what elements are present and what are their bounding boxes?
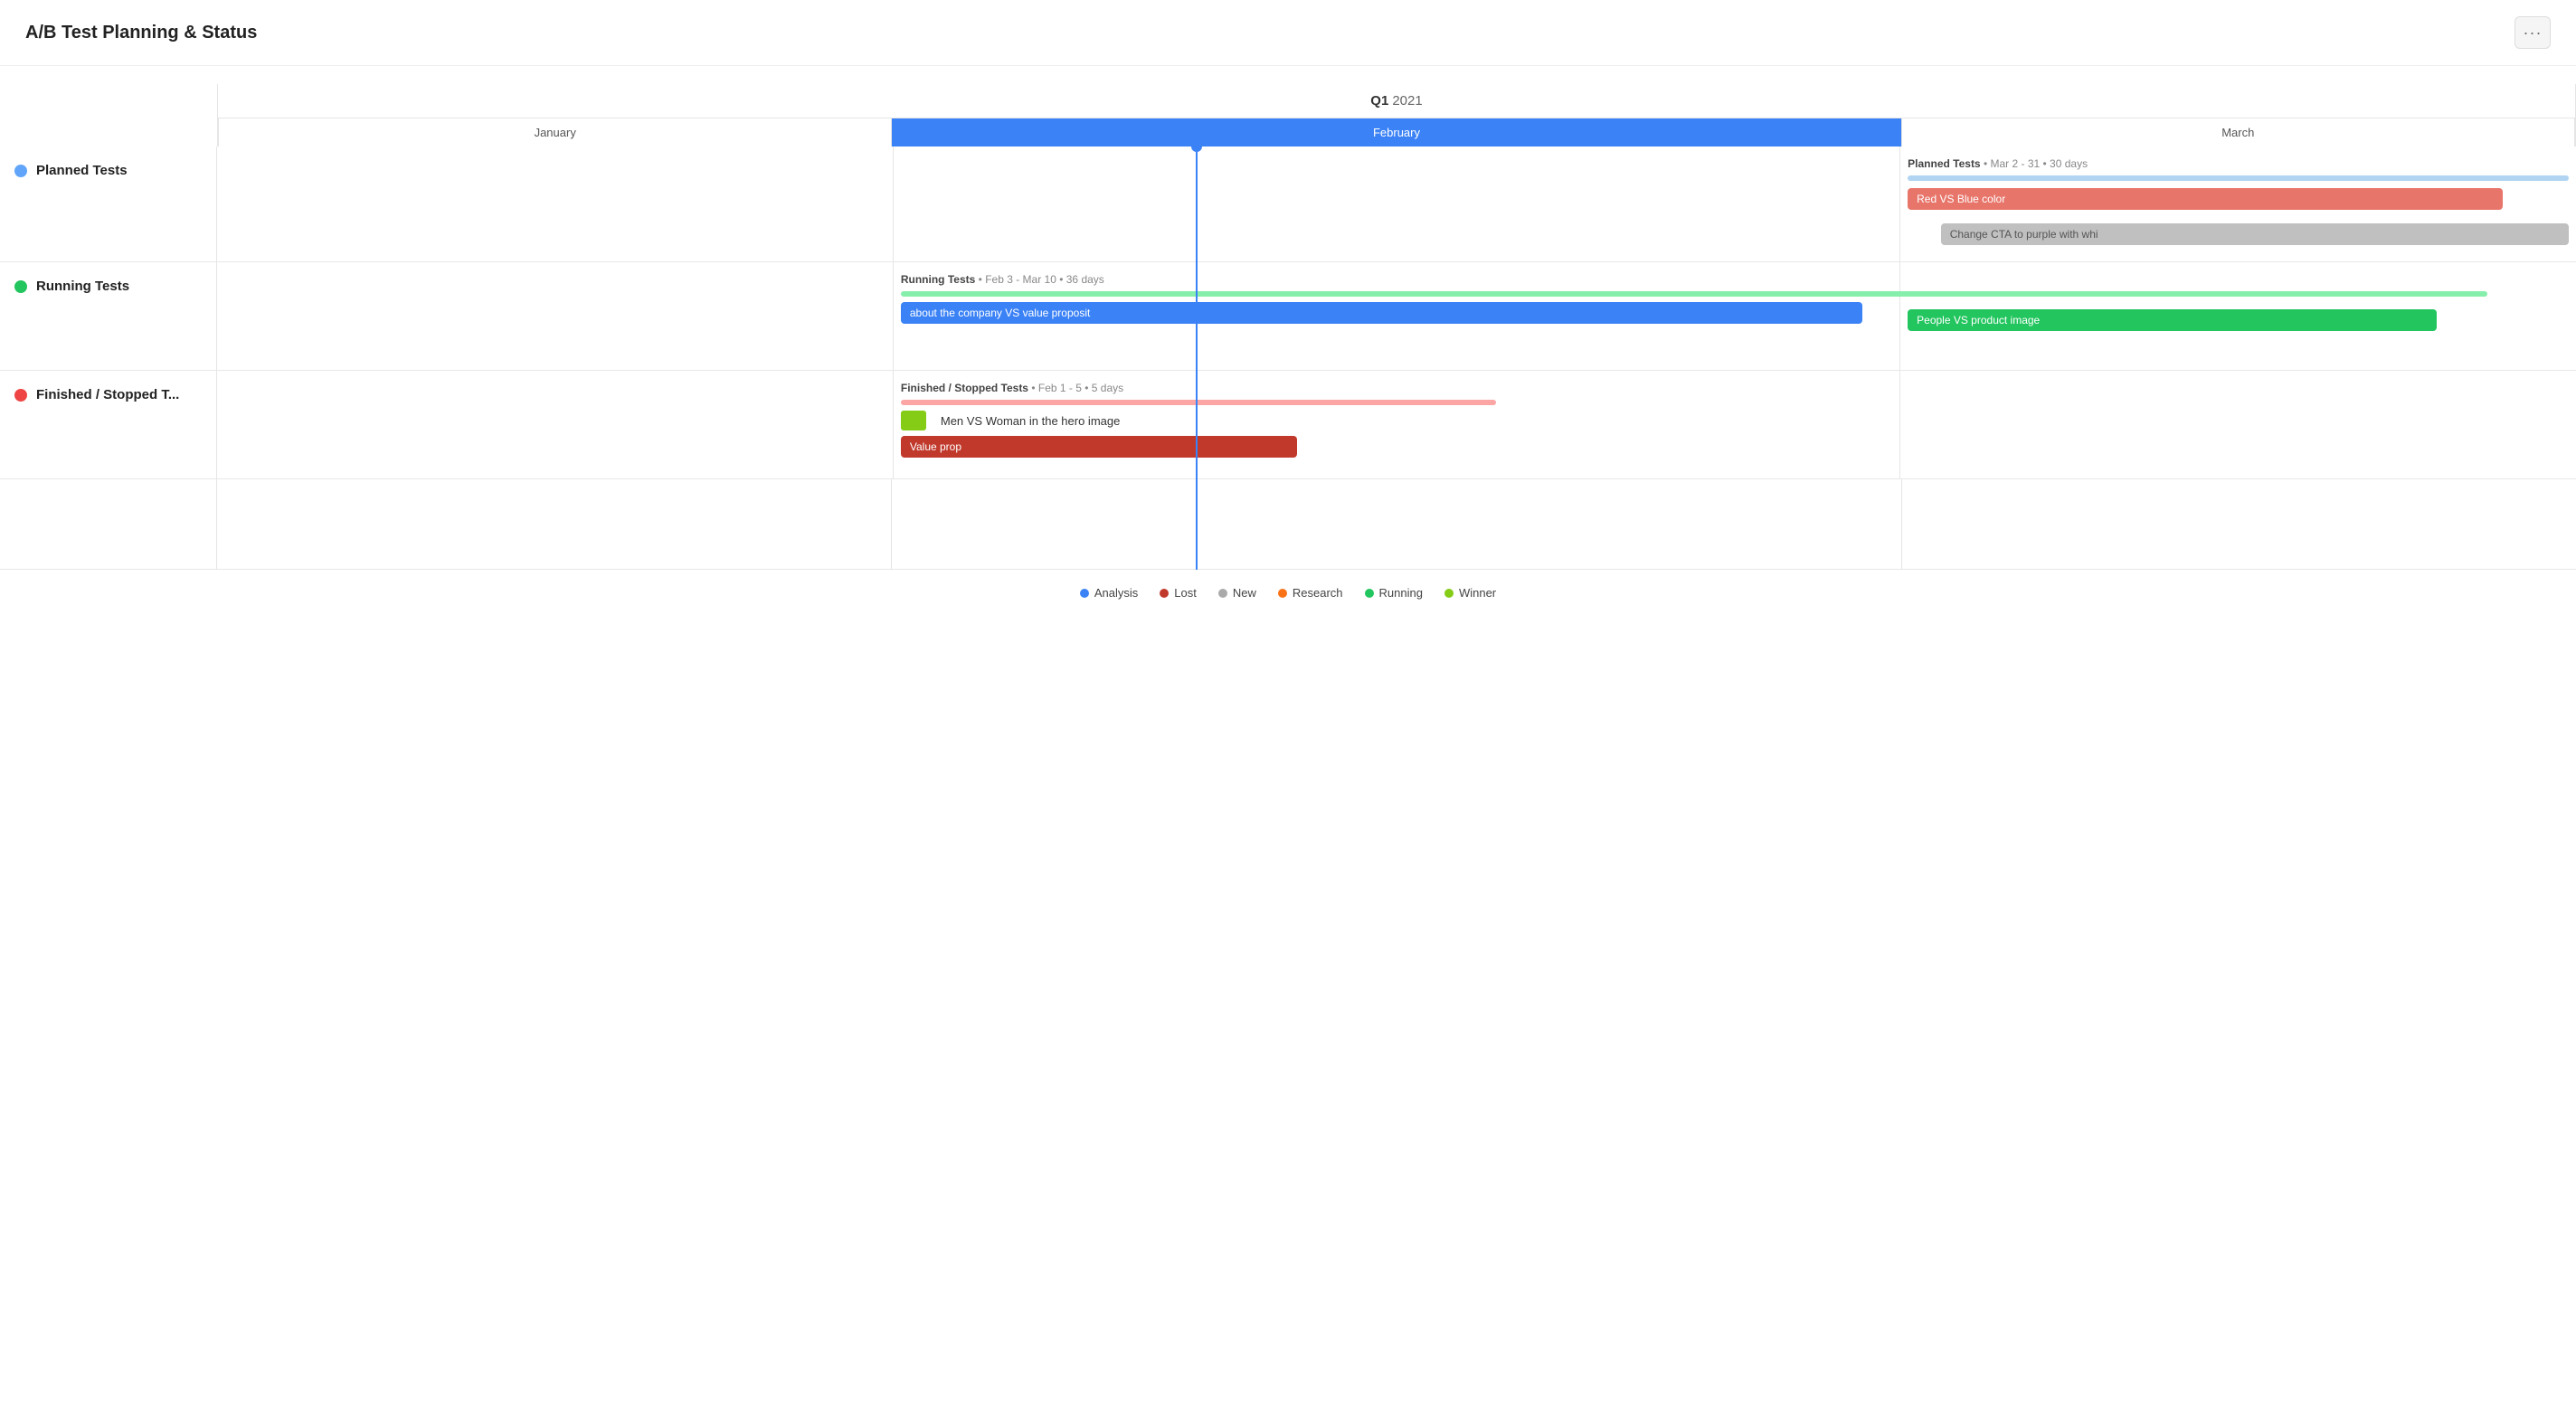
month-february: February	[892, 118, 1901, 147]
red-vs-blue-bar-label[interactable]: Red VS Blue color	[1908, 188, 2503, 210]
planned-mar-cell: Planned Tests • Mar 2 - 31 • 30 days Red…	[1900, 147, 2576, 261]
month-march: March	[1902, 118, 2575, 147]
planned-tests-row: Planned Tests Planned Tests • Mar 2 - 31…	[0, 147, 2576, 262]
running-tests-label: Running Tests	[0, 262, 217, 370]
finished-tests-cells: Finished / Stopped Tests • Feb 1 - 5 • 5…	[217, 371, 2576, 478]
chart-wrapper: Q1 2021 January February March	[0, 66, 2576, 609]
row-label-spacer	[0, 84, 217, 147]
gantt-timeline: Q1 2021 January February March	[217, 84, 2576, 147]
app-container: A/B Test Planning & Status ··· Q1 2021 J…	[0, 0, 2576, 609]
quarter-label: Q1	[1370, 93, 1388, 109]
finished-feb-cell: Finished / Stopped Tests • Feb 1 - 5 • 5…	[894, 371, 1900, 478]
legend-winner-dot	[1444, 589, 1454, 598]
finished-jan-cell	[217, 371, 894, 478]
running-jan-cell	[217, 262, 894, 370]
finished-tests-row: Finished / Stopped T... Finished / Stopp…	[0, 371, 2576, 479]
about-company-bar: about the company VS value proposit	[901, 302, 1892, 332]
planned-jan-cell	[217, 147, 894, 261]
about-company-bar-label[interactable]: about the company VS value proposit	[901, 302, 1862, 324]
empty-cell-mar	[1902, 479, 2576, 569]
more-options-button[interactable]: ···	[2514, 16, 2551, 49]
planned-tests-label-text: Planned Tests	[36, 163, 128, 178]
app-title: A/B Test Planning & Status	[25, 23, 257, 43]
legend-winner: Winner	[1444, 586, 1496, 600]
legend-analysis-dot	[1080, 589, 1089, 598]
people-vs-product-bar-label[interactable]: People VS product image	[1908, 309, 2437, 331]
app-header: A/B Test Planning & Status ···	[0, 0, 2576, 66]
planned-range-info: Planned Tests • Mar 2 - 31 • 30 days	[1908, 157, 2569, 170]
finished-tests-label-text: Finished / Stopped T...	[36, 387, 179, 402]
running-tests-cells: Running Tests • Feb 3 - Mar 10 • 36 days…	[217, 262, 2576, 370]
finished-range-bar	[901, 400, 1496, 405]
empty-row	[0, 479, 2576, 570]
legend-lost-dot	[1160, 589, 1169, 598]
empty-cells	[217, 479, 2576, 569]
running-range-info: Running Tests • Feb 3 - Mar 10 • 36 days	[901, 273, 1892, 286]
running-tests-row: Running Tests Running Tests • Feb 3 - Ma…	[0, 262, 2576, 371]
gantt-body: Planned Tests Planned Tests • Mar 2 - 31…	[0, 147, 2576, 570]
running-feb-cell: Running Tests • Feb 3 - Mar 10 • 36 days…	[894, 262, 1900, 370]
running-tests-dot	[14, 280, 27, 293]
finished-mar-cell	[1900, 371, 2576, 478]
gantt-container: Q1 2021 January February March	[0, 84, 2576, 570]
month-january: January	[218, 118, 892, 147]
planned-tests-label: Planned Tests	[0, 147, 217, 261]
men-vs-woman-color-box	[901, 411, 926, 430]
legend-lost-label: Lost	[1174, 586, 1197, 600]
quarter-header-row: Q1 2021 January February March	[0, 84, 2576, 147]
men-vs-woman-label: Men VS Woman in the hero image	[941, 414, 1120, 428]
planned-tests-cells: Planned Tests • Mar 2 - 31 • 30 days Red…	[217, 147, 2576, 261]
legend-analysis: Analysis	[1080, 586, 1138, 600]
value-prop-bar-label[interactable]: Value prop	[901, 436, 1298, 458]
change-cta-bar-label[interactable]: Change CTA to purple with whi	[1941, 223, 2569, 245]
empty-cell-jan	[217, 479, 892, 569]
empty-label-col	[0, 479, 217, 569]
legend-new: New	[1218, 586, 1256, 600]
people-vs-product-bar: People VS product image	[1908, 309, 2569, 339]
year-label: 2021	[1392, 93, 1422, 109]
quarter-row: Q1 2021	[217, 84, 2576, 118]
value-prop-bar: Value prop	[901, 436, 1892, 466]
legend-winner-label: Winner	[1459, 586, 1496, 600]
legend-running-dot	[1365, 589, 1374, 598]
planned-feb-cell	[894, 147, 1900, 261]
legend-research: Research	[1278, 586, 1343, 600]
legend-research-dot	[1278, 589, 1287, 598]
legend-lost: Lost	[1160, 586, 1197, 600]
finished-tests-dot	[14, 389, 27, 402]
legend-row: Analysis Lost New Research Running Winne…	[0, 570, 2576, 609]
running-mar-cell: People VS product image	[1900, 262, 2576, 370]
empty-cell-feb	[892, 479, 1903, 569]
legend-new-dot	[1218, 589, 1227, 598]
finished-tests-label: Finished / Stopped T...	[0, 371, 217, 478]
legend-running: Running	[1365, 586, 1423, 600]
more-dots-icon: ···	[2524, 24, 2543, 43]
finished-range-info: Finished / Stopped Tests • Feb 1 - 5 • 5…	[901, 382, 1892, 394]
legend-new-label: New	[1233, 586, 1256, 600]
legend-analysis-label: Analysis	[1094, 586, 1138, 600]
men-vs-woman-row: Men VS Woman in the hero image	[901, 411, 1892, 430]
months-header: January February March	[217, 118, 2576, 147]
running-tests-label-text: Running Tests	[36, 279, 129, 294]
planned-range-bar	[1908, 175, 2569, 181]
legend-research-label: Research	[1293, 586, 1343, 600]
red-vs-blue-bar: Red VS Blue color	[1908, 188, 2569, 218]
planned-tests-dot	[14, 165, 27, 177]
legend-running-label: Running	[1379, 586, 1423, 600]
